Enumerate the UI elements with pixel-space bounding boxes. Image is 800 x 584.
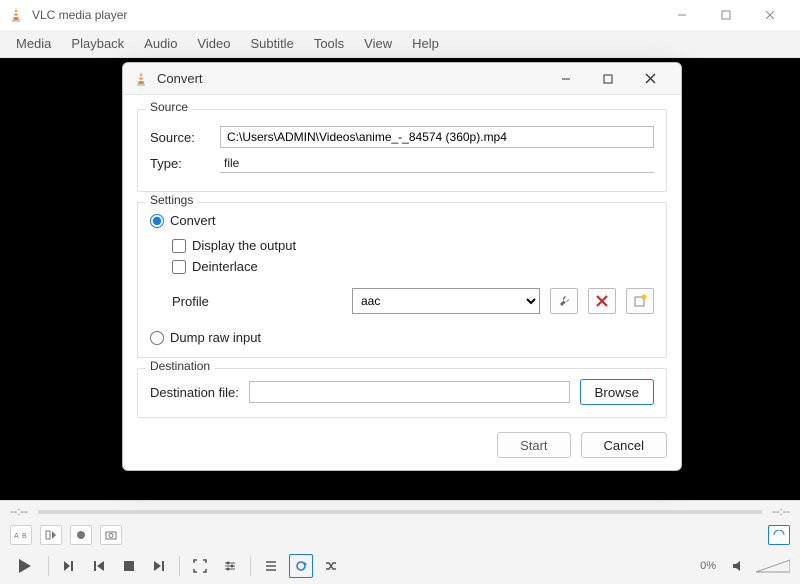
source-field[interactable] [220, 126, 654, 148]
main-titlebar: VLC media player [0, 0, 800, 30]
new-profile-icon [633, 294, 647, 308]
source-label: Source: [150, 130, 210, 145]
extra-controls-row: AB [0, 522, 800, 548]
display-output-label: Display the output [192, 238, 296, 253]
snapshot-icon[interactable] [100, 525, 122, 545]
menu-playback[interactable]: Playback [61, 32, 134, 55]
dump-raw-label: Dump raw input [170, 330, 261, 345]
type-value: file [220, 154, 654, 173]
browse-button[interactable]: Browse [580, 379, 654, 405]
display-output-input[interactable] [172, 239, 186, 253]
previous-button[interactable] [87, 554, 111, 578]
menubar: Media Playback Audio Video Subtitle Tool… [0, 30, 800, 58]
dialog-footer: Start Cancel [137, 428, 667, 460]
menu-view[interactable]: View [354, 32, 402, 55]
x-icon [596, 295, 608, 307]
step-forward-button[interactable] [57, 554, 81, 578]
edit-profile-button[interactable] [550, 288, 578, 314]
dialog-maximize-button[interactable] [587, 63, 629, 95]
dialog-titlebar: Convert [123, 63, 681, 95]
settings-group: Settings Convert Display the output Dein… [137, 202, 667, 358]
deinterlace-label: Deinterlace [192, 259, 258, 274]
mute-button[interactable] [726, 554, 750, 578]
main-title: VLC media player [32, 8, 660, 22]
loop-button[interactable] [289, 554, 313, 578]
new-profile-button[interactable] [626, 288, 654, 314]
play-button[interactable] [10, 553, 40, 579]
convert-radio-label: Convert [170, 213, 216, 228]
stop-button[interactable] [117, 554, 141, 578]
ab-loop-icon[interactable]: AB [10, 525, 32, 545]
extended-settings-button[interactable] [218, 554, 242, 578]
svg-text:B: B [22, 533, 27, 540]
start-button[interactable]: Start [497, 432, 570, 458]
settings-group-label: Settings [146, 193, 197, 207]
shuffle-button[interactable] [319, 554, 343, 578]
cancel-button[interactable]: Cancel [581, 432, 667, 458]
type-label: Type: [150, 156, 210, 171]
convert-radio[interactable]: Convert [150, 213, 654, 228]
time-total: --:-- [772, 506, 790, 518]
svg-text:A: A [14, 533, 19, 540]
fullscreen-button[interactable] [188, 554, 212, 578]
source-group-label: Source [146, 100, 192, 114]
menu-audio[interactable]: Audio [134, 32, 187, 55]
menu-tools[interactable]: Tools [304, 32, 354, 55]
convert-dialog: Convert Source Source: Type: file Settin… [122, 62, 682, 471]
main-close-button[interactable] [748, 0, 792, 30]
seek-slider[interactable] [38, 510, 763, 514]
main-maximize-button[interactable] [704, 0, 748, 30]
profile-label: Profile [172, 294, 342, 309]
dialog-minimize-button[interactable] [545, 63, 587, 95]
vlc-cone-icon [133, 71, 149, 87]
time-elapsed: --:-- [10, 506, 28, 518]
dump-raw-radio-input[interactable] [150, 331, 164, 345]
destination-group-label: Destination [146, 359, 214, 373]
loop-toggle-icon[interactable] [768, 525, 790, 545]
convert-radio-input[interactable] [150, 214, 164, 228]
playlist-button[interactable] [259, 554, 283, 578]
main-minimize-button[interactable] [660, 0, 704, 30]
menu-help[interactable]: Help [402, 32, 449, 55]
menu-subtitle[interactable]: Subtitle [240, 32, 303, 55]
display-output-checkbox[interactable]: Display the output [172, 238, 654, 253]
wrench-icon [557, 294, 571, 308]
time-row: --:-- --:-- [0, 500, 800, 522]
destination-file-label: Destination file: [150, 385, 239, 400]
profile-select[interactable]: aac [352, 288, 540, 314]
record-icon[interactable] [70, 525, 92, 545]
destination-group: Destination Destination file: Browse [137, 368, 667, 418]
menu-video[interactable]: Video [187, 32, 240, 55]
frame-step-icon[interactable] [40, 525, 62, 545]
next-button[interactable] [147, 554, 171, 578]
volume-percent: 0% [700, 560, 716, 572]
vlc-cone-icon [8, 7, 24, 23]
destination-file-field[interactable] [249, 381, 570, 403]
source-group: Source Source: Type: file [137, 109, 667, 192]
dialog-title: Convert [157, 71, 545, 86]
deinterlace-input[interactable] [172, 260, 186, 274]
dump-raw-radio[interactable]: Dump raw input [150, 330, 654, 345]
delete-profile-button[interactable] [588, 288, 616, 314]
volume-slider[interactable] [756, 558, 790, 574]
deinterlace-checkbox[interactable]: Deinterlace [172, 259, 654, 274]
playback-controls-row: 0% [0, 548, 800, 584]
menu-media[interactable]: Media [6, 32, 61, 55]
dialog-close-button[interactable] [629, 63, 671, 95]
